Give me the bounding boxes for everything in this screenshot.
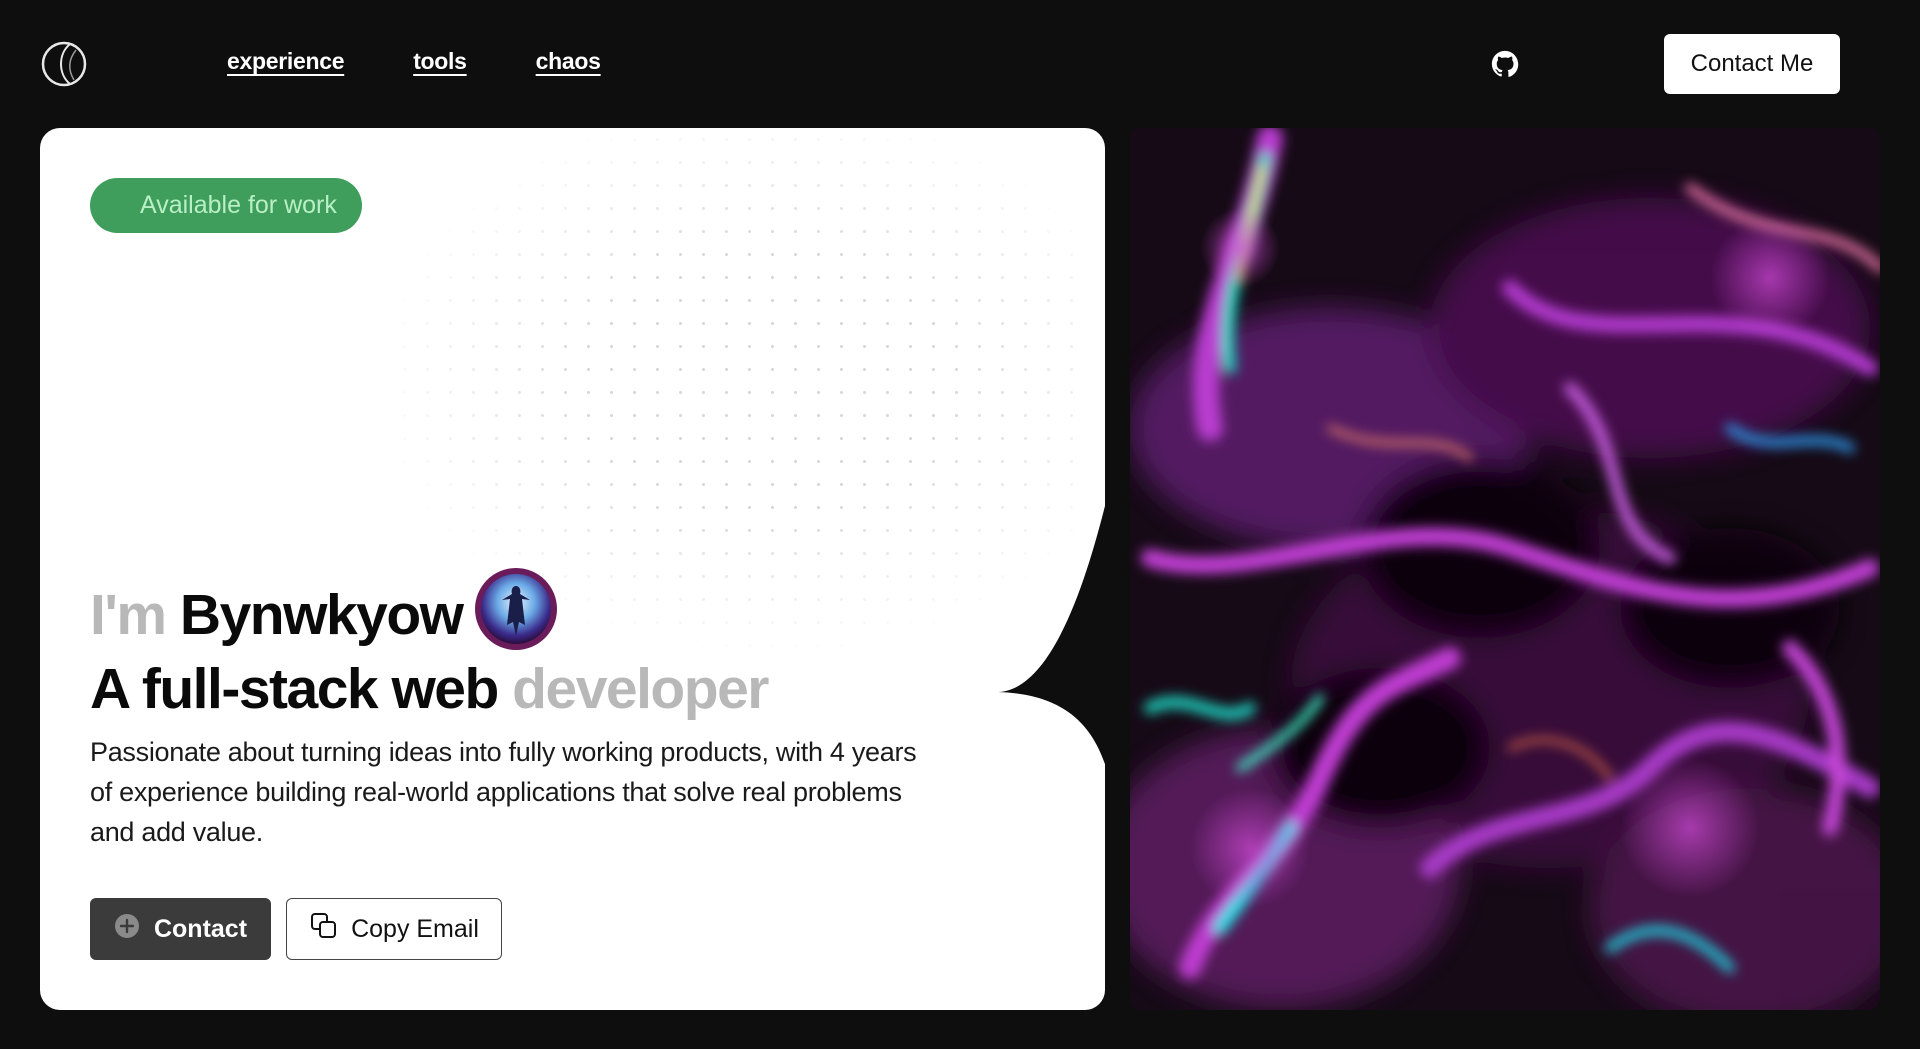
- hero-description: Passionate about turning ideas into full…: [90, 737, 917, 847]
- role-muted: developer: [512, 657, 769, 721]
- intro-prefix: I'm: [90, 583, 167, 647]
- contact-button[interactable]: Contact: [90, 898, 271, 960]
- copy-email-button[interactable]: Copy Email: [286, 898, 502, 960]
- abstract-iridescent-artwork: [1130, 128, 1880, 1010]
- nav-link-tools[interactable]: tools: [413, 48, 467, 75]
- hero-card: Available for work I'm Bynwkyow A full-s…: [40, 128, 1105, 1010]
- circle-logo-icon[interactable]: [40, 40, 88, 88]
- site-header: experience tools chaos Contact Me: [0, 0, 1920, 128]
- nav-link-chaos[interactable]: chaos: [536, 48, 601, 75]
- availability-badge: Available for work: [90, 178, 362, 233]
- contact-me-button[interactable]: Contact Me: [1664, 34, 1840, 94]
- avatar: [473, 566, 559, 652]
- nav-link-experience[interactable]: experience: [227, 48, 345, 75]
- copy-email-label: Copy Email: [351, 914, 479, 943]
- copy-icon: [309, 911, 339, 948]
- github-icon[interactable]: [1490, 49, 1520, 79]
- role-main: A full-stack web: [90, 657, 499, 721]
- contact-button-label: Contact: [153, 914, 248, 943]
- hero-heading: I'm Bynwkyow A full-stack web developer: [90, 568, 769, 726]
- plus-circle-icon: [114, 913, 140, 946]
- main-nav: experience tools chaos: [227, 48, 601, 75]
- developer-name: Bynwkyow: [179, 583, 464, 647]
- card-notch-decoration: [998, 505, 1105, 765]
